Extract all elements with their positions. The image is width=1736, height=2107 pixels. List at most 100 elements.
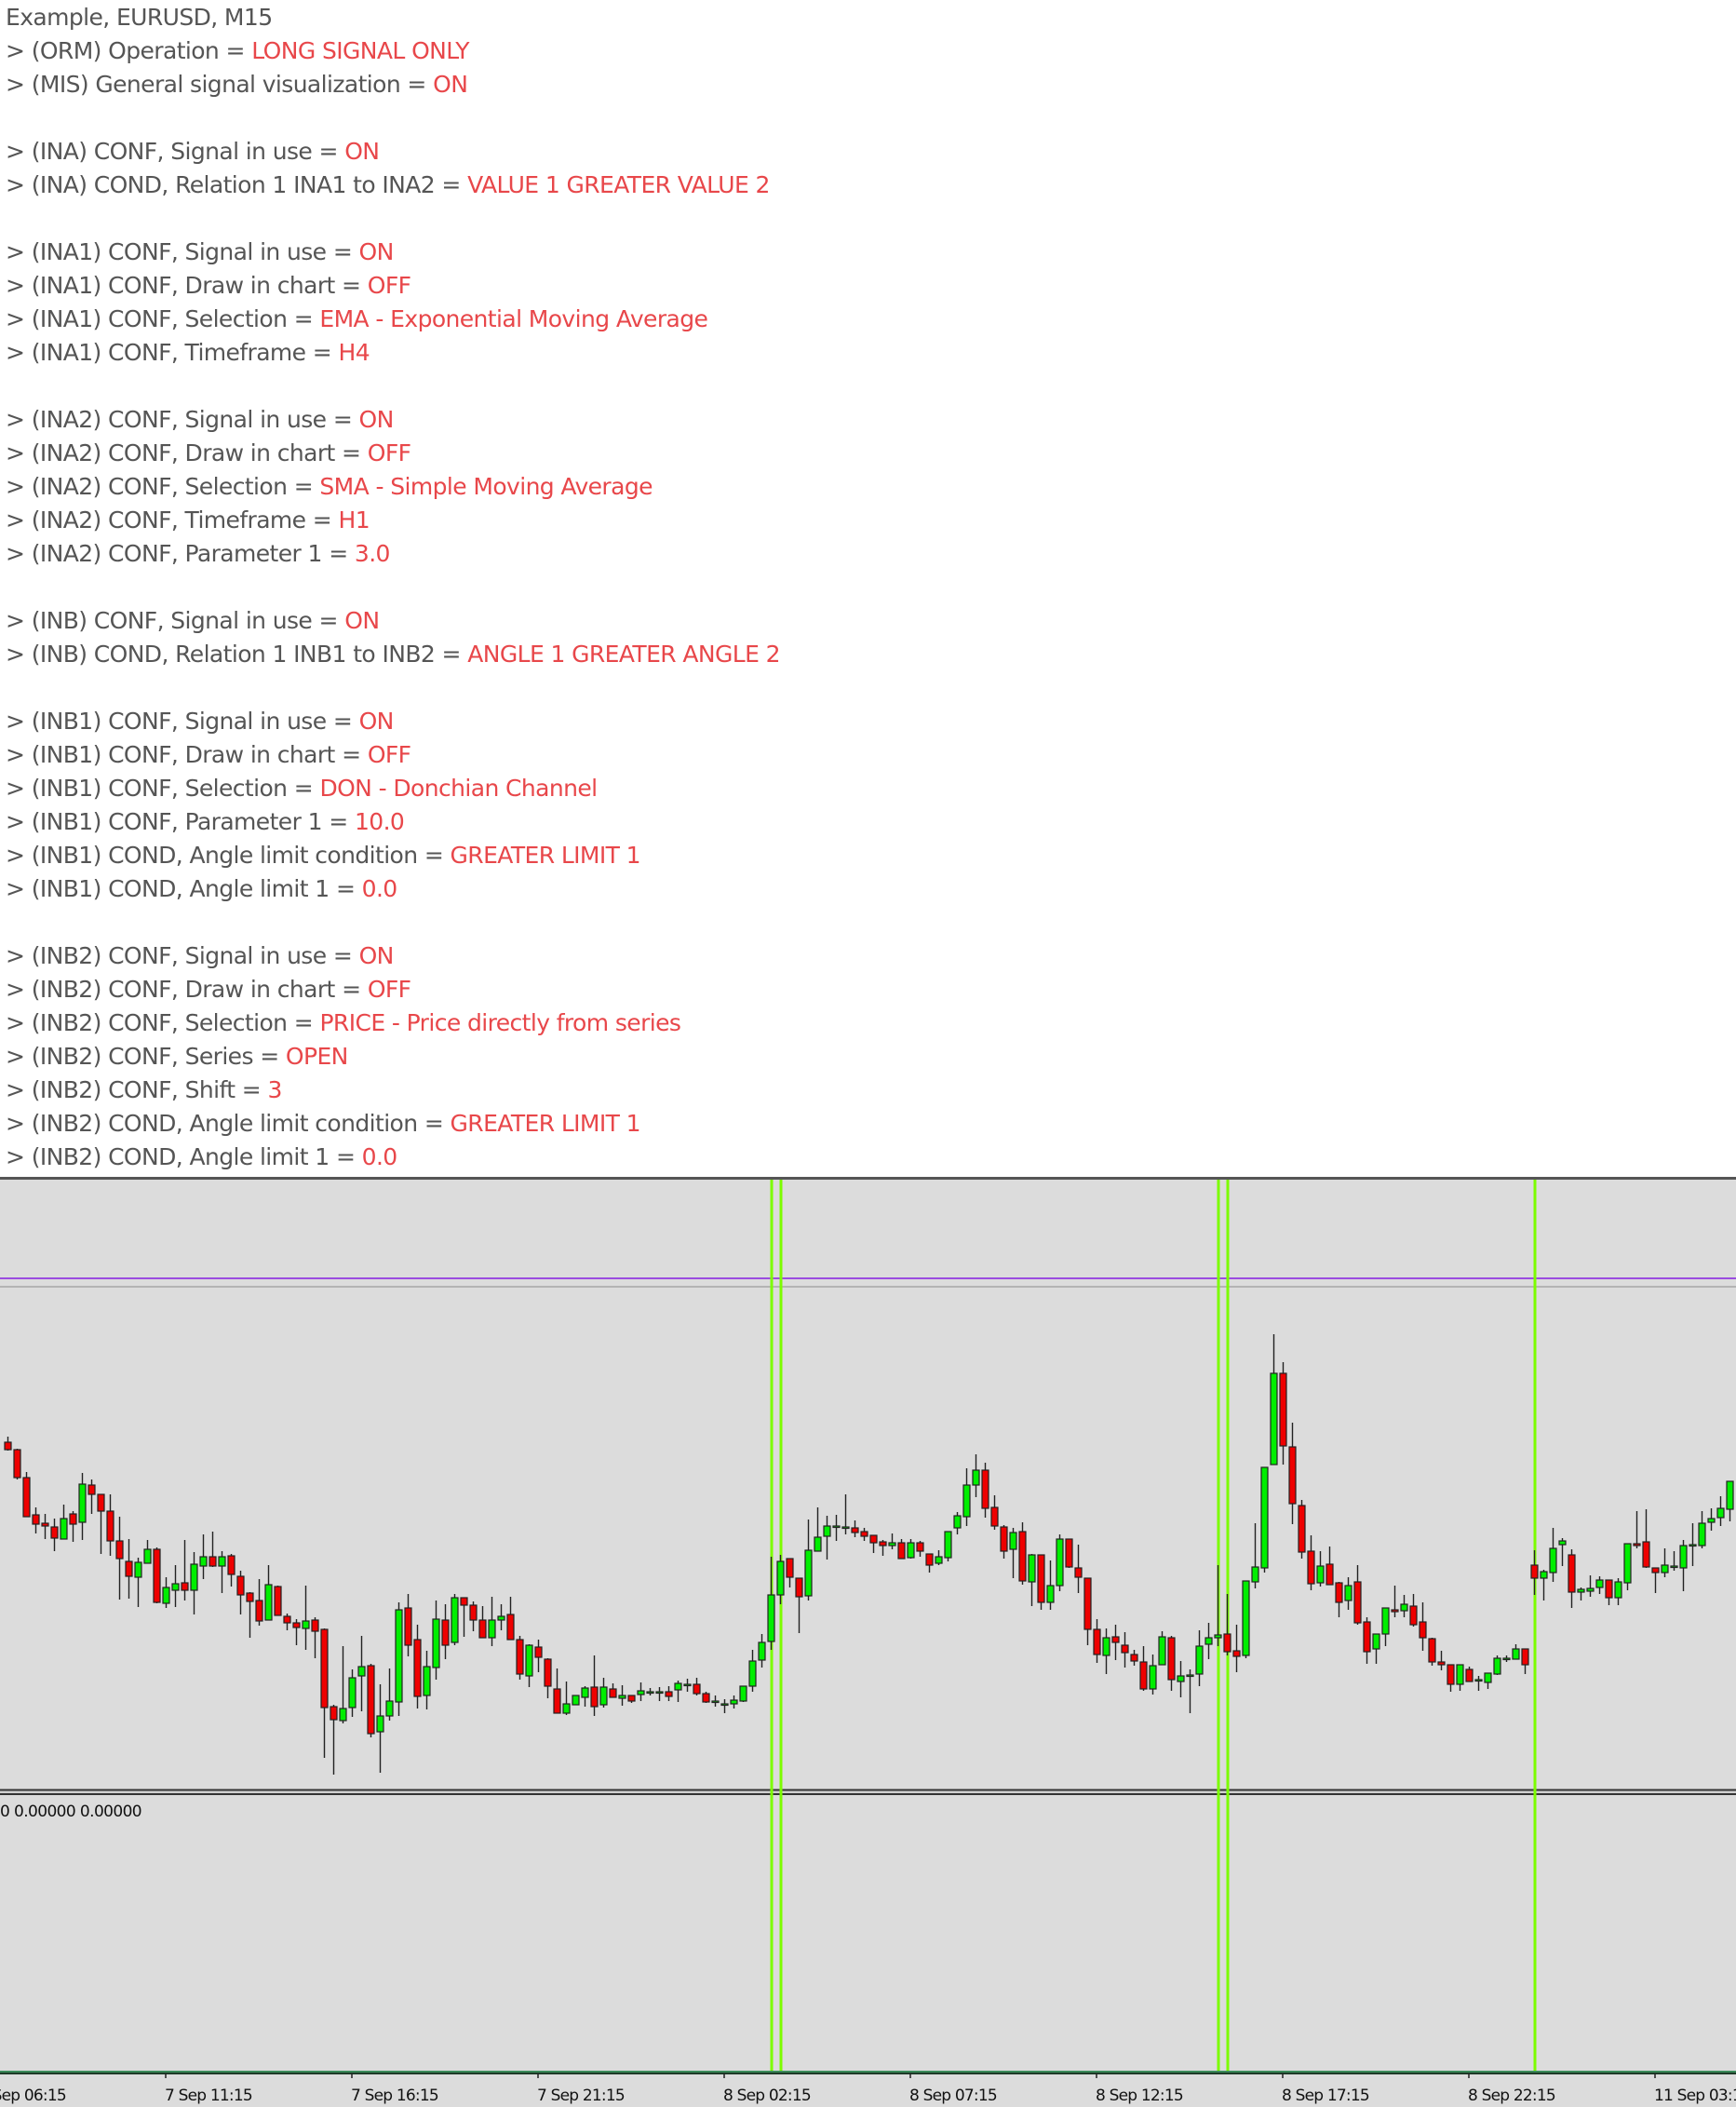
candle-body-bull[interactable]	[78, 1483, 87, 1523]
chart-canvas[interactable]: 7 Sep 06:15 7 Sep 11:15 7 Sep 16:15 7 Sep 2…	[0, 1177, 1736, 2107]
candle-body-bear[interactable]	[1074, 1567, 1083, 1578]
candle-body-bear[interactable]	[460, 1597, 468, 1606]
candle-body-bear[interactable]	[274, 1586, 282, 1616]
candle-body-bull[interactable]	[1381, 1607, 1390, 1635]
candle-body-bear[interactable]	[1065, 1538, 1073, 1568]
candle-body-bull[interactable]	[1195, 1645, 1204, 1675]
candle-body-bull[interactable]	[1707, 1518, 1716, 1523]
candle-body-bull[interactable]	[1251, 1566, 1259, 1583]
candle-body-bull[interactable]	[1689, 1544, 1697, 1547]
candle-body-bear[interactable]	[544, 1658, 552, 1687]
candle-body-bull[interactable]	[264, 1584, 273, 1621]
candle-body-bear[interactable]	[534, 1646, 543, 1658]
candle-body-bull[interactable]	[218, 1556, 226, 1567]
candle-body-bull[interactable]	[302, 1620, 310, 1629]
candle-body-bull[interactable]	[1204, 1637, 1213, 1645]
candle-body-bear[interactable]	[1530, 1564, 1539, 1579]
candle-body-bull[interactable]	[637, 1690, 645, 1695]
candle-body-bull[interactable]	[674, 1682, 682, 1691]
candle-body-bear[interactable]	[590, 1686, 599, 1708]
candle-body-bear[interactable]	[1037, 1554, 1045, 1603]
candle-body-bear[interactable]	[702, 1693, 710, 1703]
candle-body-bear[interactable]	[693, 1683, 701, 1695]
candle-body-bull[interactable]	[357, 1666, 366, 1677]
candle-body-bull[interactable]	[1484, 1672, 1492, 1683]
candle-body-bull[interactable]	[1577, 1588, 1585, 1593]
candle-body-bear[interactable]	[1307, 1550, 1315, 1585]
candle-body-bear[interactable]	[292, 1622, 301, 1628]
candle-body-bear[interactable]	[41, 1522, 49, 1527]
candle-body-bear[interactable]	[4, 1441, 12, 1451]
candle-body-bull[interactable]	[972, 1469, 980, 1486]
candle-body-bull[interactable]	[1558, 1540, 1567, 1546]
candle-body-bull[interactable]	[581, 1687, 589, 1698]
candle-body-bear[interactable]	[1018, 1531, 1027, 1582]
candle-body-bull[interactable]	[1698, 1522, 1706, 1546]
candle-body-bull[interactable]	[1400, 1603, 1408, 1612]
price-chart[interactable]: 7 Sep 06:15 7 Sep 11:15 7 Sep 16:15 7 Sep 2…	[0, 1177, 1736, 2107]
candle-body-bull[interactable]	[1056, 1538, 1064, 1587]
candle-body-bear[interactable]	[869, 1534, 878, 1544]
candle-body-bear[interactable]	[153, 1548, 161, 1603]
candle-body-bear[interactable]	[925, 1553, 934, 1566]
candle-body-bull[interactable]	[199, 1556, 208, 1567]
candle-body-bull[interactable]	[1316, 1565, 1325, 1584]
candle-body-bear[interactable]	[106, 1510, 114, 1542]
candle-body-bear[interactable]	[367, 1665, 375, 1735]
candle-body-bull[interactable]	[720, 1703, 729, 1707]
candle-body-bear[interactable]	[1633, 1543, 1641, 1546]
candle-body-bull[interactable]	[767, 1594, 775, 1642]
candle-body-bull[interactable]	[385, 1700, 394, 1717]
candle-body-bull[interactable]	[451, 1597, 459, 1643]
candle-body-bull[interactable]	[60, 1518, 68, 1540]
candle-body-bear[interactable]	[1521, 1648, 1529, 1666]
candle-body-bear[interactable]	[1651, 1567, 1660, 1573]
candle-body-bear[interactable]	[1437, 1661, 1446, 1666]
candle-body-bull[interactable]	[935, 1556, 943, 1564]
candle-body-bull[interactable]	[683, 1683, 692, 1687]
candle-body-bear[interactable]	[1419, 1621, 1427, 1639]
candle-body-bear[interactable]	[87, 1484, 96, 1495]
candle-body-bull[interactable]	[376, 1715, 384, 1733]
candle-body-bear[interactable]	[330, 1706, 338, 1721]
candle-body-bull[interactable]	[1512, 1648, 1520, 1660]
candle-body-bull[interactable]	[1614, 1581, 1622, 1599]
candle-body-bear[interactable]	[404, 1607, 412, 1646]
candle-body-bull[interactable]	[1549, 1547, 1557, 1573]
candle-body-bear[interactable]	[1167, 1637, 1176, 1681]
candle-body-bear[interactable]	[1083, 1577, 1092, 1630]
candle-body-bull[interactable]	[1502, 1657, 1511, 1661]
candle-body-bear[interactable]	[413, 1639, 422, 1697]
candle-body-bull[interactable]	[1493, 1657, 1501, 1675]
candle-body-bull[interactable]	[562, 1703, 571, 1714]
candle-body-bear[interactable]	[320, 1628, 329, 1709]
candle-body-bear[interactable]	[860, 1531, 868, 1537]
candle-body-bear[interactable]	[13, 1449, 21, 1479]
candle-body-bear[interactable]	[1130, 1654, 1138, 1662]
candle-body-bull[interactable]	[1474, 1679, 1483, 1682]
candle-body-bull[interactable]	[1260, 1466, 1269, 1569]
candle-body-bull[interactable]	[907, 1542, 915, 1559]
candle-body-bull[interactable]	[134, 1561, 142, 1578]
candle-body-bull[interactable]	[572, 1695, 580, 1706]
candle-body-bear[interactable]	[236, 1575, 245, 1596]
candle-body-bull[interactable]	[748, 1660, 757, 1687]
candle-body-bull[interactable]	[711, 1700, 720, 1704]
candle-body-bull[interactable]	[1046, 1585, 1055, 1603]
candle-body-bear[interactable]	[1642, 1541, 1650, 1568]
candle-body-bull[interactable]	[1009, 1532, 1017, 1550]
candle-body-bull[interactable]	[1372, 1633, 1380, 1650]
candle-body-bull[interactable]	[646, 1691, 654, 1695]
candle-body-bear[interactable]	[1121, 1644, 1129, 1654]
candle-body-bull[interactable]	[599, 1686, 608, 1706]
candle-body-bull[interactable]	[348, 1677, 357, 1709]
candle-body-bull[interactable]	[823, 1525, 831, 1537]
candle-body-bull[interactable]	[832, 1525, 841, 1529]
candle-body-bear[interactable]	[283, 1615, 291, 1624]
candle-body-bear[interactable]	[1363, 1621, 1371, 1653]
candle-body-bear[interactable]	[246, 1592, 254, 1602]
candle-body-bear[interactable]	[516, 1639, 524, 1675]
candle-body-bear[interactable]	[1000, 1526, 1008, 1552]
candle-body-bull[interactable]	[962, 1484, 971, 1518]
candle-body-bull[interactable]	[1028, 1554, 1036, 1583]
